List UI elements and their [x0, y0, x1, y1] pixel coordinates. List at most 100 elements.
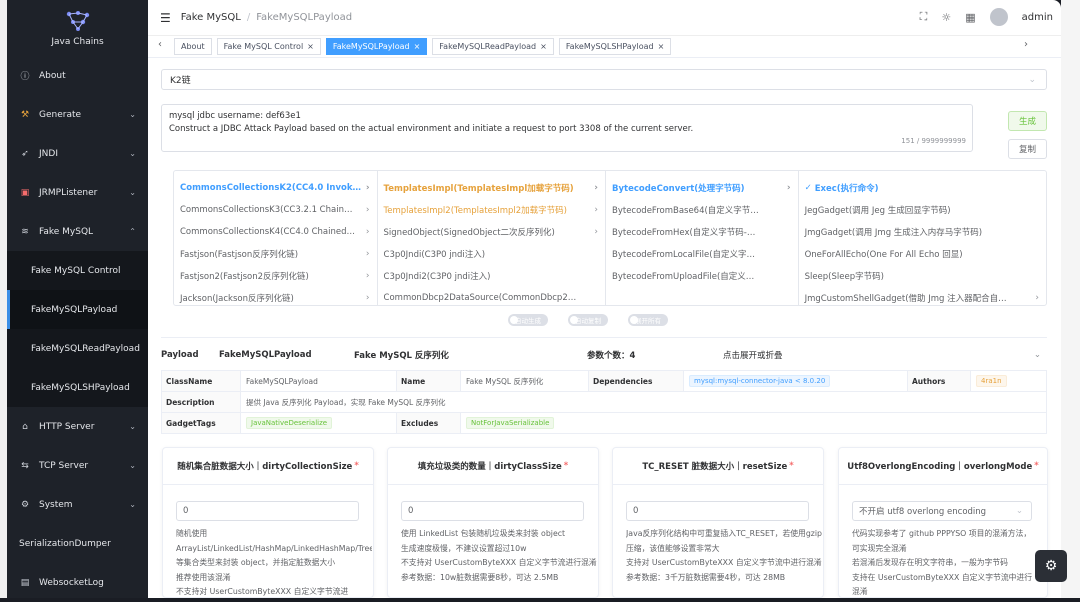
sidebar-item-generate[interactable]: ⚒ Generate ⌄: [7, 95, 148, 134]
cascader-option[interactable]: ✓ Exec(执行命令): [799, 177, 1046, 199]
author-tag: 4ra1n: [976, 375, 1007, 387]
tabs-scroll-left-icon[interactable]: ‹: [158, 39, 162, 50]
close-icon[interactable]: ×: [307, 42, 314, 51]
cascader-option[interactable]: CommonsCollectionsK4(CC4.0 Chained… ›: [174, 221, 377, 243]
close-icon[interactable]: ×: [658, 42, 665, 51]
cascader-option[interactable]: JmgCustomShellGadget(借助 Jmg 注入器配合自… ›: [799, 287, 1046, 305]
close-icon[interactable]: ×: [414, 42, 421, 51]
cascader-option[interactable]: SignedObject(SignedObject二次反序列化) ›: [378, 221, 605, 243]
cascader-option[interactable]: C3p0Jndi(C3P0 jndi注入): [378, 243, 605, 265]
close-icon[interactable]: ×: [540, 42, 547, 51]
sidebar-item-serializationdumper[interactable]: SerializationDumper: [7, 524, 148, 563]
dirty-collection-input[interactable]: 0: [176, 501, 359, 521]
card-title-text: Utf8OverlongEncoding｜overlongMode: [847, 462, 1033, 472]
expand-all-switch[interactable]: 展开所有: [628, 314, 668, 326]
cascader-option[interactable]: JegGadget(调用 Jeg 生成回显字节码): [799, 199, 1046, 221]
cascader-option[interactable]: BytecodeFromBase64(自定义字节…: [606, 199, 798, 221]
reset-size-input[interactable]: 0: [626, 501, 809, 521]
theme-icon[interactable]: ☼: [941, 11, 951, 24]
overlong-mode-select[interactable]: 不开启 utf8 overlong encoding ⌄: [852, 501, 1032, 521]
tab-about[interactable]: About: [174, 38, 212, 55]
chevron-right-icon: ›: [365, 271, 370, 281]
cascader-option[interactable]: C3p0Jndi2(C3P0 jndi注入): [378, 265, 605, 287]
desc-row: ClassName FakeMySQLPayload Name Fake MyS…: [162, 371, 1046, 392]
tab-fake-mysql-control[interactable]: Fake MySQL Control ×: [216, 38, 321, 55]
tab-fakemysqlreadpayload[interactable]: FakeMySQLReadPayload ×: [432, 38, 554, 55]
auto-copy-switch[interactable]: 自动复制: [568, 314, 608, 326]
tab-fakemysqlshpayload[interactable]: FakeMySQLSHPayload ×: [558, 38, 672, 55]
divider: [161, 337, 1047, 338]
cascader-option[interactable]: CommonsCollectionsK3(CC3.2.1 Chain… ›: [174, 199, 377, 221]
sidebar-sub-label: FakeMySQLReadPayload: [31, 343, 140, 354]
dirty-class-input[interactable]: 0: [401, 501, 584, 521]
cascader-option[interactable]: CommonDbcp2DataSource(CommonDbcp2…: [378, 287, 605, 305]
cascader-option[interactable]: Fastjson(Fastjson反序列化链) ›: [174, 243, 377, 265]
sidebar-sub-fake-mysql-control[interactable]: Fake MySQL Control: [7, 251, 148, 290]
tab-fakemysqlpayload[interactable]: FakeMySQLPayload ×: [325, 38, 428, 55]
cascader-option[interactable]: Jackson(Jackson反序列化链) ›: [174, 287, 377, 305]
tab-label: Fake MySQL Control: [223, 42, 304, 51]
option-label: TemplatesImpl2(TemplatesImpl2加载字节码): [383, 206, 567, 216]
sidebar-item-about[interactable]: ⓘ About: [7, 56, 148, 95]
sidebar-item-system[interactable]: ⚙ System ⌄: [7, 485, 148, 524]
grid-icon[interactable]: ▦: [965, 11, 975, 24]
chevron-down-icon: ⌄: [129, 188, 136, 197]
rocket-icon: ➶: [21, 148, 29, 159]
sidebar-sub-fakemysqlshpayload[interactable]: FakeMySQLSHPayload: [7, 368, 148, 407]
desc-value: NotForJavaSerializable: [461, 413, 1046, 433]
required-star: *: [1034, 461, 1039, 471]
payload-descriptions: ClassName FakeMySQLPayload Name Fake MyS…: [161, 370, 1047, 434]
chain-select[interactable]: K2链 ⌄: [161, 69, 1047, 90]
auto-generate-switch[interactable]: 自动生成: [508, 314, 548, 326]
payload-textarea[interactable]: mysql jdbc username: def63e1 Construct a…: [161, 104, 973, 152]
cascader-option[interactable]: BytecodeFromUploadFile(自定义…: [606, 265, 798, 287]
app-logo[interactable]: Java Chains: [7, 0, 148, 56]
cascader-option[interactable]: OneForAllEcho(One For All Echo 回显): [799, 243, 1046, 265]
option-label: CommonsCollectionsK4(CC4.0 Chained…: [180, 227, 355, 237]
cascader-column-3: BytecodeConvert(处理字节码) › BytecodeFromBase…: [606, 171, 799, 305]
desc-value: mysql:mysql-connector-java < 8.0.20: [684, 371, 908, 391]
select-value: 不开启 utf8 overlong encoding: [859, 507, 987, 517]
sidebar-item-label: TCP Server: [39, 460, 89, 471]
username[interactable]: admin: [1022, 12, 1053, 23]
chain-select-value: K2链: [170, 76, 191, 86]
copy-button[interactable]: 复制: [1008, 139, 1047, 159]
hamburger-icon[interactable]: ☰: [160, 11, 171, 25]
sidebar-item-fake-mysql[interactable]: ≋ Fake MySQL ⌃: [7, 212, 148, 251]
desc-label: Description: [162, 392, 241, 412]
sidebar-item-jrmplistener[interactable]: ▣ JRMPListener ⌄: [7, 173, 148, 212]
breadcrumb-item[interactable]: Fake MySQL: [181, 12, 241, 23]
tab-label: FakeMySQLPayload: [332, 42, 410, 51]
cascader-option[interactable]: Fastjson2(Fastjson2反序列化链) ›: [174, 265, 377, 287]
cascader-option[interactable]: JmgGadget(调用 Jmg 生成注入内存马字节码): [799, 221, 1046, 243]
sidebar-item-tcp-server[interactable]: ⇆ TCP Server ⌄: [7, 446, 148, 485]
tabs-scroll-right-icon[interactable]: ›: [1024, 39, 1028, 50]
cascader-option[interactable]: TemplatesImpl2(TemplatesImpl2加载字节码) ›: [378, 199, 605, 221]
textarea-line: Construct a JDBC Attack Payload based on…: [169, 124, 694, 134]
payload-collapse-header[interactable]: Payload FakeMySQLPayload Fake MySQL 反序列化…: [161, 346, 1047, 364]
sidebar-item-http-server[interactable]: ⌂ HTTP Server ⌄: [7, 407, 148, 446]
desc-label: ClassName: [162, 371, 241, 391]
sidebar-sub-fakemysqlpayload[interactable]: FakeMySQLPayload: [7, 290, 148, 329]
cascader-option[interactable]: CommonsCollectionsK2(CC4.0 Invok… ›: [174, 177, 377, 199]
sidebar-item-label: HTTP Server: [39, 421, 95, 432]
fullscreen-icon[interactable]: ⛶: [920, 10, 928, 24]
cascader-option[interactable]: BytecodeConvert(处理字节码) ›: [606, 177, 798, 199]
cascader-option[interactable]: BytecodeFromHex(自定义字节码-…: [606, 221, 798, 243]
cascader-option[interactable]: BytecodeFromLocalFile(自定义字…: [606, 243, 798, 265]
sidebar-item-jndi[interactable]: ➶ JNDI ⌄: [7, 134, 148, 173]
cascader-option[interactable]: Sleep(Sleep字节码): [799, 265, 1046, 287]
sidebar-sub-fakemysqlreadpayload[interactable]: FakeMySQLReadPayload: [7, 329, 148, 368]
option-label: BytecodeFromBase64(自定义字节…: [612, 206, 759, 216]
option-label: JegGadget(调用 Jeg 生成回显字节码): [804, 206, 951, 216]
sidebar-item-websocketlog[interactable]: ▤ WebsocketLog: [7, 563, 148, 602]
avatar[interactable]: [989, 8, 1008, 26]
param-card-dirty-class: 填充垃圾类的数量｜dirtyClassSize * 0 使用 LinkedList…: [387, 447, 599, 598]
settings-fab[interactable]: ⚙: [1035, 550, 1067, 582]
cascader-option[interactable]: TemplatesImpl(TemplatesImpl加载字节码) ›: [378, 177, 605, 199]
chevron-down-icon: ⌄: [129, 422, 136, 431]
card-title: 填充垃圾类的数量｜dirtyClassSize *: [388, 448, 598, 485]
generate-button[interactable]: 生成: [1008, 111, 1047, 131]
desc-value: 提供 Java 反序列化 Payload，实现 Fake MySQL 反序列化: [246, 397, 446, 407]
desc-label: Authors: [908, 371, 971, 391]
